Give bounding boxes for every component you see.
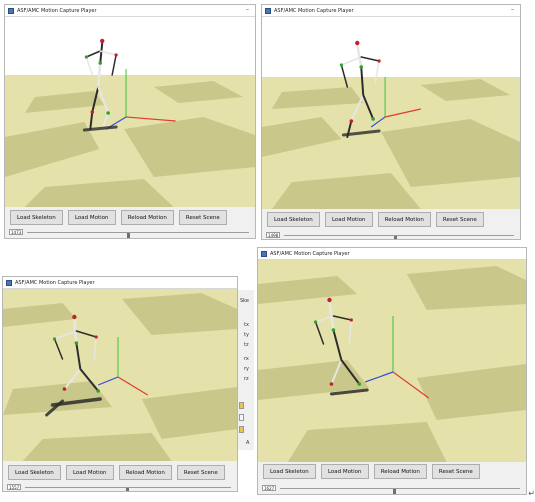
frame-slider-row: 1557 xyxy=(3,483,237,491)
reload-motion-button[interactable]: Reload Motion xyxy=(377,212,431,227)
side-toggle-2[interactable] xyxy=(239,414,244,421)
reset-scene-button[interactable]: Reset Scene xyxy=(435,212,484,227)
3d-viewport[interactable] xyxy=(3,289,237,461)
reload-motion-button[interactable]: Reload Motion xyxy=(120,210,174,225)
frame-slider-thumb[interactable] xyxy=(125,488,129,491)
app-icon xyxy=(8,7,14,14)
scene-svg xyxy=(262,17,520,209)
load-skeleton-button[interactable]: Load Skeleton xyxy=(263,464,316,479)
frame-slider-thumb[interactable] xyxy=(126,233,130,238)
frame-slider-row: 1627 xyxy=(258,484,526,494)
frame-number-field[interactable]: 1473 xyxy=(9,229,23,235)
minimize-button[interactable]: – xyxy=(511,6,514,13)
side-toggle-1[interactable] xyxy=(239,402,244,409)
side-letter-ry: ry xyxy=(244,366,250,372)
frame-number-field[interactable]: 1498 xyxy=(266,232,280,238)
app-icon xyxy=(261,250,267,257)
side-panel-label: Ske xyxy=(240,298,249,304)
title-bar: ASF/AMC Motion Capture Player xyxy=(258,248,526,260)
player-window-top-left: ASF/AMC Motion Capture Player – Load Ske… xyxy=(4,4,256,239)
load-motion-button[interactable]: Load Motion xyxy=(324,212,373,227)
load-motion-button[interactable]: Load Motion xyxy=(320,464,369,479)
load-skeleton-button[interactable]: Load Skeleton xyxy=(267,212,320,227)
button-row: Load Skeleton Load Motion Reload Motion … xyxy=(5,210,255,225)
reload-motion-button[interactable]: Reload Motion xyxy=(118,465,172,480)
frame-slider-track[interactable] xyxy=(25,487,231,491)
side-short-button[interactable]: A xyxy=(246,440,249,446)
frame-number-field[interactable]: 1557 xyxy=(7,484,21,490)
player-window-top-right: ASF/AMC Motion Capture Player – Load Ske… xyxy=(261,4,521,240)
floor-tile xyxy=(406,266,526,310)
frame-slider-track[interactable] xyxy=(27,232,249,238)
button-row: Load Skeleton Load Motion Reload Motion … xyxy=(262,212,520,227)
side-letter-tx: tx xyxy=(244,322,249,328)
frame-slider-thumb[interactable] xyxy=(394,236,398,239)
window-title: ASF/AMC Motion Capture Player xyxy=(270,250,350,257)
scene-svg xyxy=(3,289,237,461)
button-row: Load Skeleton Load Motion Reload Motion … xyxy=(258,464,526,479)
side-letter-rx: rx xyxy=(244,356,249,362)
load-skeleton-button[interactable]: Load Skeleton xyxy=(10,210,63,225)
load-motion-button[interactable]: Load Motion xyxy=(67,210,116,225)
3d-viewport[interactable] xyxy=(5,17,255,207)
reload-motion-button[interactable]: Reload Motion xyxy=(373,464,427,479)
frame-slider-track[interactable] xyxy=(280,488,520,494)
title-bar: ASF/AMC Motion Capture Player – xyxy=(262,5,520,17)
app-icon xyxy=(6,279,12,286)
return-icon: ↵ xyxy=(528,489,535,498)
minimize-button[interactable]: – xyxy=(246,6,249,13)
reset-scene-button[interactable]: Reset Scene xyxy=(431,464,480,479)
frame-slider-row: 1498 xyxy=(262,231,520,239)
side-letter-ty: ty xyxy=(244,332,249,338)
frame-slider-row: 1473 xyxy=(5,228,255,238)
title-bar: ASF/AMC Motion Capture Player – xyxy=(5,5,255,17)
app-icon xyxy=(265,7,271,14)
window-title: ASF/AMC Motion Capture Player xyxy=(274,7,354,14)
window-title: ASF/AMC Motion Capture Player xyxy=(17,7,97,14)
reset-scene-button[interactable]: Reset Scene xyxy=(176,465,225,480)
frame-slider-thumb[interactable] xyxy=(392,489,396,494)
scene-svg xyxy=(258,260,526,462)
load-motion-button[interactable]: Load Motion xyxy=(65,465,114,480)
side-letter-rz: rz xyxy=(244,376,249,382)
side-toggle-3[interactable] xyxy=(239,426,244,433)
player-window-bottom-right: ASF/AMC Motion Capture Player Load Skele… xyxy=(257,247,527,495)
reset-scene-button[interactable]: Reset Scene xyxy=(178,210,227,225)
title-bar: ASF/AMC Motion Capture Player xyxy=(3,277,237,289)
button-row: Load Skeleton Load Motion Reload Motion … xyxy=(3,465,237,480)
window-title: ASF/AMC Motion Capture Player xyxy=(15,279,95,286)
scene-svg xyxy=(5,17,255,207)
frame-number-field[interactable]: 1627 xyxy=(262,485,276,491)
3d-viewport[interactable] xyxy=(258,260,526,462)
player-window-bottom-left: ASF/AMC Motion Capture Player Load Skele… xyxy=(2,276,238,492)
side-control-panel: Ske tx ty tz rx ry rz A xyxy=(238,290,254,450)
load-skeleton-button[interactable]: Load Skeleton xyxy=(8,465,61,480)
frame-slider-track[interactable] xyxy=(284,235,514,239)
side-letter-tz: tz xyxy=(244,342,249,348)
3d-viewport[interactable] xyxy=(262,17,520,209)
